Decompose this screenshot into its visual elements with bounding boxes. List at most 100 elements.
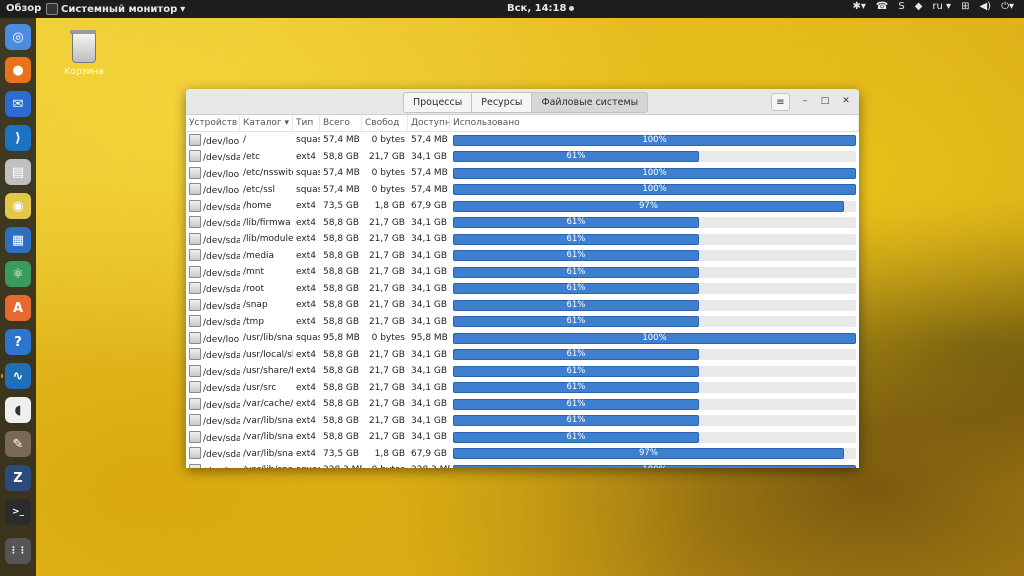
column-header-available[interactable]: Доступн: [408, 115, 450, 131]
usage-bar: 61%: [453, 398, 856, 410]
table-row[interactable]: /dev/sda/var/lib/sna ext4 58,8 GB 21,7 GB 34…: [186, 413, 859, 430]
usage-percent-label: 100%: [453, 465, 856, 468]
cell-type-text: ext4: [296, 349, 316, 360]
power-icon[interactable]: ⏻▾: [1001, 1, 1014, 12]
cell-device-text: /dev/loo: [203, 186, 240, 197]
cell-available: 34,1 GB: [408, 366, 450, 376]
tab-file-systems[interactable]: Файловые системы: [531, 92, 649, 113]
table-row[interactable]: /dev/sda/etc ext4 58,8 GB 21,7 GB 34,1 GB 61%: [186, 149, 859, 166]
dock-item-show-apps[interactable]: ⋮⋮: [5, 538, 31, 564]
minimize-button[interactable]: –: [798, 94, 812, 108]
table-row[interactable]: /dev/sda/var/cache/f ext4 58,8 GB 21,7 GB 34…: [186, 396, 859, 413]
cell-available-text: 34,1 GB: [411, 382, 448, 393]
tab-processes[interactable]: Процессы: [403, 92, 473, 113]
close-button[interactable]: ✕: [839, 94, 853, 108]
cell-available-text: 34,1 GB: [411, 283, 448, 294]
column-header-device[interactable]: Устройств: [186, 115, 240, 131]
maximize-button[interactable]: □: [818, 94, 832, 108]
dock-item-firefox[interactable]: ●: [5, 57, 31, 83]
app-menu-label: Системный монитор: [61, 3, 178, 15]
desktop-trash[interactable]: Корзина: [62, 30, 106, 77]
column-header-free[interactable]: Свобод: [362, 115, 408, 131]
table-row[interactable]: /dev/sda/home ext4 73,5 GB 1,8 GB 67,9 GB 97%: [186, 198, 859, 215]
language-indicator[interactable]: ru ▾: [932, 1, 951, 12]
dock-item-zeal[interactable]: Z: [5, 465, 31, 491]
cell-type: squas: [293, 333, 320, 343]
table-row[interactable]: /dev/sda/var/lib/sna ext4 58,8 GB 21,7 GB 34…: [186, 429, 859, 446]
clock[interactable]: Вск, 14:18: [507, 3, 575, 14]
usage-percent-label: 61%: [566, 349, 586, 360]
dock-item-rhythmbox[interactable]: ◉: [5, 193, 31, 219]
table-row[interactable]: /dev/sda/mnt ext4 58,8 GB 21,7 GB 34,1 GB 61%: [186, 264, 859, 281]
table-row[interactable]: /dev/sda/var/lib/sna ext4 73,5 GB 1,8 GB 67,…: [186, 446, 859, 463]
cell-total: 95,8 MB: [320, 333, 362, 343]
dock-item-files-archive[interactable]: ▤: [5, 159, 31, 185]
column-header-used[interactable]: Использовано: [450, 115, 859, 131]
gimp-icon: ✎: [12, 436, 24, 452]
cell-directory-text: /usr/share/f: [243, 366, 293, 377]
table-row[interactable]: /dev/sda/lib/module ext4 58,8 GB 21,7 GB 34,…: [186, 231, 859, 248]
column-header-directory[interactable]: Каталог ▾: [240, 115, 293, 131]
network-icon[interactable]: ⊞: [961, 1, 969, 12]
app-menu-button[interactable]: Системный монитор ▾: [46, 3, 185, 15]
cell-type: ext4: [293, 366, 320, 376]
table-row[interactable]: /dev/loo / squas 57,4 MB 0 bytes 57,4 MB 100%: [186, 132, 859, 149]
column-header-type[interactable]: Тип: [293, 115, 320, 131]
dock-item-chromium[interactable]: ◎: [5, 24, 31, 50]
table-row[interactable]: /dev/sda/media ext4 58,8 GB 21,7 GB 34,1 GB 6…: [186, 248, 859, 265]
table-row[interactable]: /dev/sda/root ext4 58,8 GB 21,7 GB 34,1 GB 61…: [186, 281, 859, 298]
viber-icon[interactable]: ☎: [876, 1, 888, 12]
table-row[interactable]: /dev/loo/var/lib/snasquas228,3 MB0 bytes…: [186, 462, 859, 468]
table-row[interactable]: /dev/loo/etc/ssl squas 57,4 MB 0 bytes 57,4 …: [186, 182, 859, 199]
tab-resources[interactable]: Ресурсы: [471, 92, 533, 113]
table-row[interactable]: /dev/sda/tmp ext4 58,8 GB 21,7 GB 34,1 GB 61%: [186, 314, 859, 331]
cell-free-text: 1,8 GB: [374, 201, 405, 212]
cell-used: 100%: [450, 134, 859, 146]
dock-item-software-center[interactable]: A: [5, 295, 31, 321]
cell-used: 97%: [450, 200, 859, 212]
dock-item-atom[interactable]: ⚛: [5, 261, 31, 287]
cell-type-text: ext4: [296, 201, 316, 212]
cell-available: 34,1 GB: [408, 300, 450, 310]
dock-item-vscode[interactable]: ⟩: [5, 125, 31, 151]
cell-directory-text: /etc/ssl: [243, 184, 275, 195]
cell-directory-text: /lib/firmwa: [243, 217, 291, 228]
activities-button[interactable]: Обзор: [6, 3, 41, 14]
cell-device: /dev/sda: [186, 430, 240, 444]
notification-dot-icon: [569, 6, 575, 11]
accessibility-icon[interactable]: ✱▾: [852, 1, 865, 12]
volume-icon[interactable]: ◀): [979, 1, 991, 12]
table-row[interactable]: /dev/sda/usr/share/f ext4 58,8 GB 21,7 GB 34…: [186, 363, 859, 380]
dock-item-terminal[interactable]: >_: [5, 499, 31, 525]
cell-directory-text: /etc: [243, 151, 261, 162]
cell-directory-text: /var/lib/sna: [243, 448, 293, 459]
cell-directory: /usr/src: [240, 383, 293, 393]
table-row[interactable]: /dev/loo/usr/lib/sna squas 95,8 MB 0 bytes 9…: [186, 330, 859, 347]
skype-icon[interactable]: S: [898, 1, 904, 12]
cell-total: 58,8 GB: [320, 350, 362, 360]
dock-item-gimp[interactable]: ✎: [5, 431, 31, 457]
cell-total-text: 58,8 GB: [323, 382, 360, 393]
hamburger-menu-button[interactable]: ≡: [771, 93, 790, 111]
table-row[interactable]: /dev/sda/usr/src ext4 58,8 GB 21,7 GB 34,1 G…: [186, 380, 859, 397]
cell-free-text: 21,7 GB: [368, 366, 405, 377]
cell-available: 34,1 GB: [408, 284, 450, 294]
dock-item-libreoffice-writer[interactable]: ▦: [5, 227, 31, 253]
cell-total-text: 57,4 MB: [323, 184, 360, 195]
dock-item-inkscape[interactable]: ◖: [5, 397, 31, 423]
dock-item-system-monitor[interactable]: ∿: [5, 363, 31, 389]
vscode-icon: ⟩: [15, 130, 21, 146]
cell-type: ext4: [293, 399, 320, 409]
dock-item-help[interactable]: ?: [5, 329, 31, 355]
table-row[interactable]: /dev/sda/lib/firmwa ext4 58,8 GB 21,7 GB 34,…: [186, 215, 859, 232]
cell-total-text: 58,8 GB: [323, 349, 360, 360]
dropbox-icon[interactable]: ◆: [915, 1, 923, 12]
table-row[interactable]: /dev/loo/etc/nsswitc squas 57,4 MB 0 bytes 5…: [186, 165, 859, 182]
cell-type: ext4: [293, 416, 320, 426]
dock-item-thunderbird[interactable]: ✉: [5, 91, 31, 117]
column-header-total[interactable]: Всего: [320, 115, 362, 131]
window-titlebar[interactable]: Процессы Ресурсы Файловые системы ≡ – □ …: [186, 89, 859, 115]
table-row[interactable]: /dev/sda/snap ext4 58,8 GB 21,7 GB 34,1 GB 61…: [186, 297, 859, 314]
cell-used: 61%: [450, 250, 859, 262]
table-row[interactable]: /dev/sda/usr/local/sl ext4 58,8 GB 21,7 GB 3…: [186, 347, 859, 364]
